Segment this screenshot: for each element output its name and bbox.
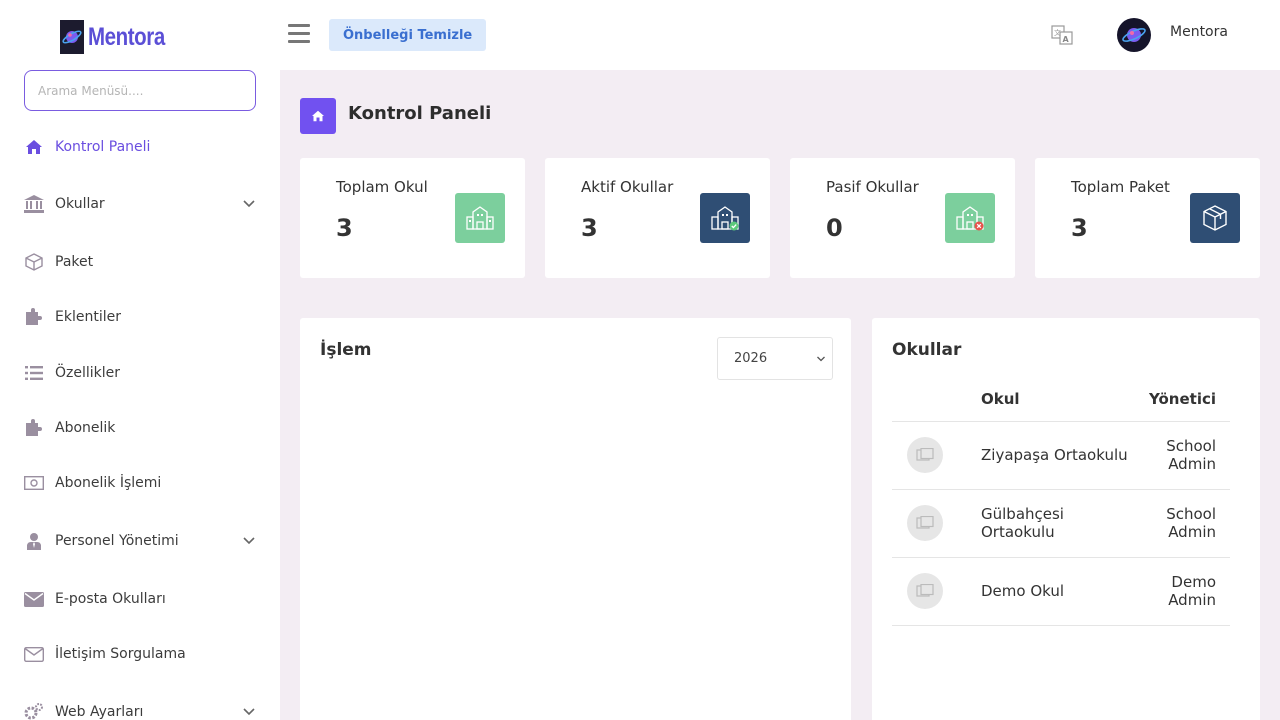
stat-label: Aktif Okullar bbox=[581, 178, 674, 196]
topbar: Önbelleği Temizle A文 Mentora bbox=[280, 0, 1280, 70]
chevron-down-icon bbox=[817, 356, 825, 362]
stat-value: 3 bbox=[581, 214, 598, 242]
column-header-school: Okul bbox=[981, 378, 1141, 422]
planet-logo-icon bbox=[60, 20, 84, 54]
sidebar-item-label: Okullar bbox=[55, 196, 105, 212]
school-building-icon bbox=[455, 193, 505, 243]
stat-card-active-schools: Aktif Okullar 3 bbox=[545, 158, 770, 278]
menu-toggle-icon[interactable] bbox=[288, 24, 310, 46]
menu-search-input[interactable] bbox=[24, 70, 256, 111]
puzzle-icon bbox=[24, 418, 44, 438]
school-admin: Demo Admin bbox=[1141, 557, 1230, 626]
package-box-icon bbox=[1190, 193, 1240, 243]
list-icon bbox=[24, 363, 44, 383]
chevron-down-icon bbox=[243, 537, 255, 545]
school-check-icon bbox=[700, 193, 750, 243]
transactions-panel: İşlem 2026 bbox=[300, 318, 851, 720]
brand-logo[interactable]: Mentora bbox=[60, 20, 182, 54]
stat-card-total-packages: Toplam Paket 3 bbox=[1035, 158, 1260, 278]
sidebar-item-contact-inquiry[interactable]: İletişim Sorgulama bbox=[24, 642, 256, 666]
school-name: Ziyapaşa Ortaokulu bbox=[981, 421, 1141, 490]
table-row[interactable]: Gülbahçesi Ortaokulu School Admin bbox=[892, 489, 1230, 558]
sidebar-item-staff-management[interactable]: Personel Yönetimi bbox=[24, 529, 256, 553]
column-header-admin: Yönetici bbox=[1141, 378, 1230, 422]
sidebar-item-label: İletişim Sorgulama bbox=[55, 646, 186, 662]
envelope-outline-icon bbox=[24, 644, 44, 664]
sidebar-item-label: Personel Yönetimi bbox=[55, 533, 179, 549]
sidebar-item-label: Eklentiler bbox=[55, 309, 121, 325]
year-select[interactable]: 2026 bbox=[717, 337, 833, 380]
sidebar-item-schools[interactable]: Okullar bbox=[24, 192, 256, 216]
sidebar-item-label: Abonelik bbox=[55, 420, 116, 436]
language-translate-icon[interactable]: A文 bbox=[1051, 25, 1073, 45]
stat-label: Toplam Paket bbox=[1071, 178, 1170, 196]
sidebar-item-label: Özellikler bbox=[55, 365, 121, 381]
sidebar-item-label: Abonelik İşlemi bbox=[55, 475, 162, 491]
school-admin: School Admin bbox=[1141, 489, 1230, 558]
table-header-row: Okul Yönetici bbox=[892, 378, 1230, 422]
chevron-down-icon bbox=[243, 200, 255, 208]
table-row[interactable]: Demo Okul Demo Admin bbox=[892, 557, 1230, 626]
no-image-placeholder-icon bbox=[907, 573, 943, 609]
stat-value: 0 bbox=[826, 214, 843, 242]
user-tie-icon bbox=[24, 531, 44, 551]
sidebar-item-label: E-posta Okulları bbox=[55, 591, 166, 607]
avatar[interactable] bbox=[1117, 18, 1151, 52]
panel-title: Okullar bbox=[892, 340, 962, 360]
gears-icon bbox=[24, 702, 44, 720]
home-icon bbox=[300, 98, 336, 134]
sidebar-item-dashboard[interactable]: Kontrol Paneli bbox=[24, 135, 256, 159]
no-image-placeholder-icon bbox=[907, 437, 943, 473]
panel-title: İşlem bbox=[320, 340, 372, 360]
sidebar-item-web-settings[interactable]: Web Ayarları bbox=[24, 700, 256, 720]
stat-value: 3 bbox=[1071, 214, 1088, 242]
clear-cache-button[interactable]: Önbelleği Temizle bbox=[329, 19, 487, 51]
year-select-value: 2026 bbox=[734, 351, 768, 366]
sidebar-item-subscription[interactable]: Abonelik bbox=[24, 416, 256, 440]
puzzle-icon bbox=[24, 307, 44, 327]
school-name: Gülbahçesi Ortaokulu bbox=[981, 489, 1141, 558]
sidebar-item-package[interactable]: Paket bbox=[24, 250, 256, 274]
bank-icon bbox=[24, 194, 44, 214]
stat-label: Pasif Okullar bbox=[826, 178, 919, 196]
school-admin: School Admin bbox=[1141, 421, 1230, 490]
sidebar-item-label: Web Ayarları bbox=[55, 704, 144, 720]
sidebar: Mentora Kontrol Paneli Okullar Paket Ekl… bbox=[0, 0, 280, 720]
school-cancel-icon bbox=[945, 193, 995, 243]
sidebar-item-label: Paket bbox=[55, 254, 94, 270]
sidebar-item-email-schools[interactable]: E-posta Okulları bbox=[24, 587, 256, 611]
schools-panel: Okullar Okul Yönetici Ziyapaşa Ortaokulu… bbox=[872, 318, 1260, 720]
schools-table: Okul Yönetici Ziyapaşa Ortaokulu School … bbox=[892, 378, 1230, 626]
no-image-placeholder-icon bbox=[907, 505, 943, 541]
column-header-image bbox=[892, 378, 981, 422]
home-icon bbox=[24, 137, 44, 157]
school-name: Demo Okul bbox=[981, 557, 1141, 626]
stat-card-total-schools: Toplam Okul 3 bbox=[300, 158, 525, 278]
brand-name: Mentora bbox=[88, 22, 165, 51]
package-icon bbox=[24, 252, 44, 272]
sidebar-item-label: Kontrol Paneli bbox=[55, 139, 151, 155]
svg-text:文: 文 bbox=[1054, 28, 1061, 37]
chevron-down-icon bbox=[243, 708, 255, 716]
stat-label: Toplam Okul bbox=[336, 178, 428, 196]
svg-text:A: A bbox=[1063, 35, 1070, 44]
stat-card-passive-schools: Pasif Okullar 0 bbox=[790, 158, 1015, 278]
page-title: Kontrol Paneli bbox=[348, 103, 492, 124]
stat-value: 3 bbox=[336, 214, 353, 242]
money-icon bbox=[24, 473, 44, 493]
table-row[interactable]: Ziyapaşa Ortaokulu School Admin bbox=[892, 421, 1230, 490]
envelope-icon bbox=[24, 589, 44, 609]
sidebar-item-subscription-transaction[interactable]: Abonelik İşlemi bbox=[24, 471, 256, 495]
username-label[interactable]: Mentora bbox=[1170, 24, 1228, 40]
sidebar-item-plugins[interactable]: Eklentiler bbox=[24, 305, 256, 329]
sidebar-item-features[interactable]: Özellikler bbox=[24, 361, 256, 385]
